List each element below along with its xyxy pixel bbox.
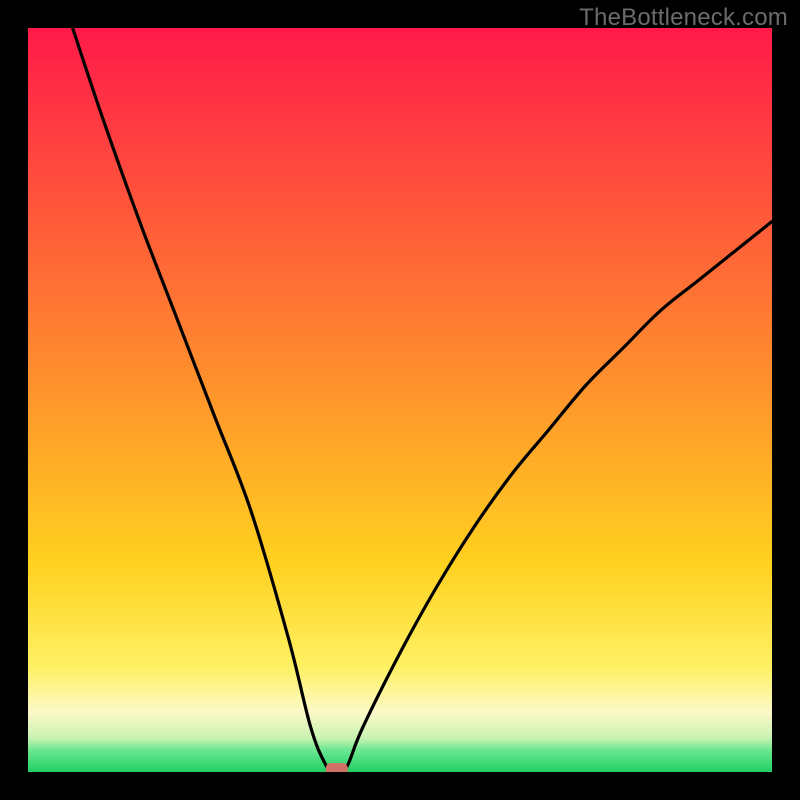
gradient-plot-area <box>28 28 772 772</box>
bottleneck-curve <box>73 28 772 772</box>
curve-svg <box>28 28 772 772</box>
chart-frame: TheBottleneck.com <box>0 0 800 800</box>
minimum-marker <box>326 763 348 772</box>
